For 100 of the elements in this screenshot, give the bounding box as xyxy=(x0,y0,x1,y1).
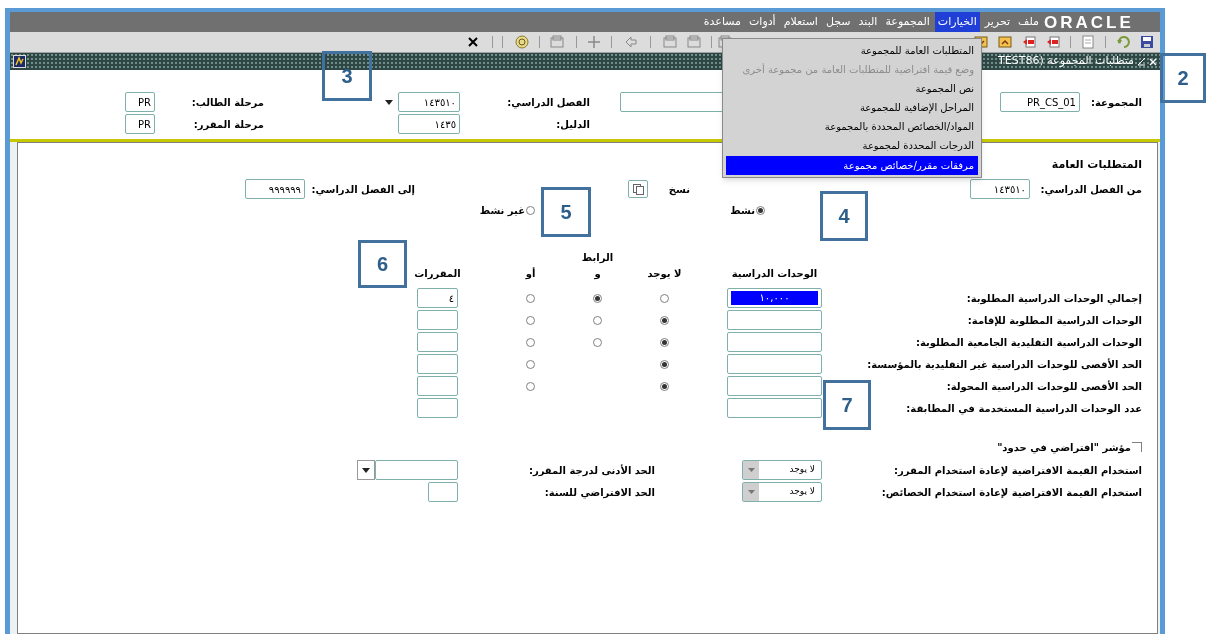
radio-button[interactable] xyxy=(660,337,669,347)
callout-number: 7 xyxy=(823,380,871,430)
copy-button[interactable] xyxy=(628,180,648,198)
radio-button[interactable] xyxy=(526,359,535,369)
input-field[interactable] xyxy=(417,332,458,352)
plus-icon[interactable] xyxy=(587,35,601,49)
column-header: لا يوجد xyxy=(646,266,683,281)
radio-button[interactable] xyxy=(526,381,535,391)
radio-button[interactable] xyxy=(526,293,535,303)
arrow-icon[interactable] xyxy=(624,35,638,49)
section-title: المتطلبات العامة xyxy=(1051,157,1142,171)
field-label: عدد الوحدات الدراسية المستخدمة في المطابقة: xyxy=(906,401,1142,416)
field-label: من الفصل الدراسي: xyxy=(1040,182,1142,197)
field-label: استخدام القيمة الافتراضية لإعادة استخدام المقرر: xyxy=(894,463,1142,478)
input-field[interactable] xyxy=(727,398,822,418)
checkbox-label: مؤشر "افتراضي في حدود" xyxy=(997,440,1131,455)
menu-item[interactable]: المواد/الخصائص المحددة بالمجموعة xyxy=(726,117,978,136)
input-field[interactable]: ١٠,٠٠٠ xyxy=(727,288,822,308)
radio-button[interactable] xyxy=(756,205,765,215)
document-icon[interactable] xyxy=(1081,35,1095,49)
input-field[interactable]: ١٤٣٥١٠ xyxy=(398,92,460,112)
window-icon[interactable] xyxy=(663,35,677,49)
field-label: الحد الأقصى للوحدات الدراسية غير التقليدية بالمؤسسة: xyxy=(867,357,1142,372)
copy-icon xyxy=(632,183,644,195)
column-header: الرابط xyxy=(580,250,615,265)
menu-item[interactable]: المجموعة xyxy=(882,12,933,32)
window-icon[interactable] xyxy=(550,35,564,49)
dropdown-field[interactable]: لا يوجد xyxy=(742,460,822,480)
field-label: استخدام القيمة الافتراضية لإعادة استخدام الخصائص: xyxy=(881,485,1142,500)
field-label: مرحلة الطالب: xyxy=(191,95,264,110)
field-label: الدليل: xyxy=(556,117,590,132)
undo-icon[interactable] xyxy=(1116,35,1130,49)
field-label: مرحلة المقرر: xyxy=(193,117,264,132)
input-field[interactable]: ٤ xyxy=(417,288,458,308)
input-field[interactable] xyxy=(417,354,458,374)
column-header: أو xyxy=(524,266,537,281)
input-field[interactable] xyxy=(727,310,822,330)
column-header: و xyxy=(593,266,602,281)
field-label: الوحدات الدراسية التقليدية الجامعية المطلوبة: xyxy=(915,335,1142,350)
field-label: إلى الفصل الدراسي: xyxy=(311,182,415,197)
menu-item[interactable]: المتطلبات العامة للمجموعة xyxy=(726,41,978,60)
input-field[interactable] xyxy=(727,376,822,396)
input-field[interactable]: ١٤٣٥١٠ xyxy=(970,179,1030,199)
menu-item[interactable]: تحرير xyxy=(981,12,1014,32)
field-label: نسخ xyxy=(668,182,690,197)
menu-item[interactable]: مرفقات مقرر/خصائص مجموعة xyxy=(726,156,978,175)
input-field[interactable]: ١٤٣٥ xyxy=(398,114,460,134)
save-icon[interactable] xyxy=(1140,35,1154,49)
radio-button[interactable] xyxy=(660,381,669,391)
field-label: الحد الأقصى للوحدات الدراسية المحولة: xyxy=(946,379,1142,394)
radio-button[interactable] xyxy=(526,205,535,215)
close-icon[interactable] xyxy=(468,37,478,47)
menu-item[interactable]: المراحل الإضافية للمجموعة xyxy=(726,98,978,117)
radio-label: غير نشط xyxy=(479,203,525,218)
column-header: المقررات xyxy=(413,266,462,281)
field-label: المجموعة: xyxy=(1091,95,1142,110)
app-icon xyxy=(13,55,26,68)
menu-item[interactable]: مساعدة xyxy=(700,12,744,32)
column-header: الوحدات الدراسية xyxy=(730,266,819,281)
caret-icon xyxy=(362,467,370,473)
dropdown-field[interactable]: لا يوجد xyxy=(742,482,822,502)
menu-item[interactable]: البند xyxy=(855,12,881,32)
callout-number: 2 xyxy=(1160,53,1206,103)
menu-item[interactable]: نص المجموعة xyxy=(726,79,978,98)
radio-button[interactable] xyxy=(593,293,602,303)
radio-button[interactable] xyxy=(526,337,535,347)
dropdown-button[interactable] xyxy=(357,460,375,480)
input-field[interactable] xyxy=(417,398,458,418)
radio-button[interactable] xyxy=(526,315,535,325)
radio-button[interactable] xyxy=(660,293,669,303)
menu-item[interactable]: أدوات xyxy=(745,12,779,32)
input-field[interactable]: PR xyxy=(125,114,155,134)
radio-button[interactable] xyxy=(660,315,669,325)
field-label: الفصل الدراسي: xyxy=(507,95,590,110)
input-field[interactable]: PR_CS_01 xyxy=(1000,92,1080,112)
menu-item[interactable]: استعلام xyxy=(780,12,821,32)
input-field[interactable] xyxy=(428,482,458,502)
tray-icon[interactable] xyxy=(998,35,1012,49)
input-field[interactable]: ٩٩٩٩٩٩ xyxy=(245,179,305,199)
input-field[interactable] xyxy=(417,310,458,330)
callout-number: 4 xyxy=(820,191,868,241)
help-icon[interactable] xyxy=(515,35,529,49)
callout-number: 5 xyxy=(541,187,591,237)
input-field[interactable] xyxy=(727,332,822,352)
menu-item[interactable]: سجل xyxy=(822,12,854,32)
input-field[interactable] xyxy=(375,460,458,480)
field-label: الحد الافتراضي للسنة: xyxy=(544,485,655,500)
radio-button[interactable] xyxy=(593,337,602,347)
input-field[interactable] xyxy=(417,376,458,396)
callout-number: 6 xyxy=(358,240,407,288)
input-field[interactable]: PR xyxy=(125,92,155,112)
menu-item[interactable]: الخيارات xyxy=(934,12,980,32)
menu-item[interactable]: الدرجات المحددة لمجموعة xyxy=(726,136,978,155)
radio-button[interactable] xyxy=(593,315,602,325)
window-icon[interactable] xyxy=(687,35,701,49)
caret-icon xyxy=(747,468,755,472)
menu-item[interactable]: ملف xyxy=(1015,12,1042,32)
radio-button[interactable] xyxy=(660,359,669,369)
caret-icon xyxy=(385,99,393,105)
input-field[interactable] xyxy=(727,354,822,374)
